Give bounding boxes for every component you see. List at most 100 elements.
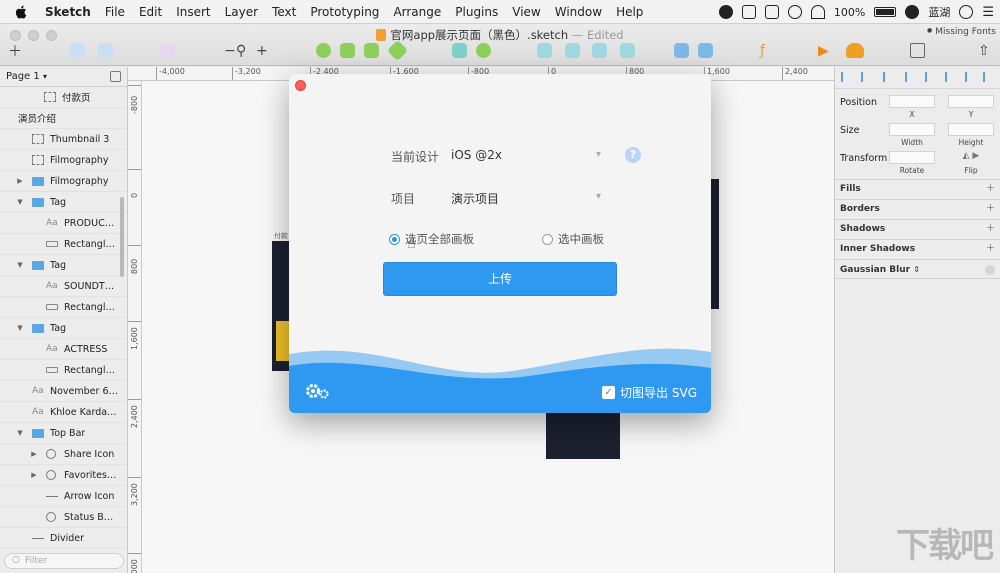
section-borders[interactable]: Borders ＋	[835, 199, 1000, 219]
pencil-icon[interactable]: ƒ	[760, 43, 765, 59]
x-input[interactable]	[889, 95, 935, 108]
add-border-icon[interactable]: ＋	[986, 200, 995, 219]
intersect-icon[interactable]	[364, 43, 379, 58]
layer-row[interactable]: Aa November 6…	[0, 381, 127, 402]
menubar-user[interactable]: 蓝湖	[928, 4, 950, 20]
layer-row[interactable]: Status B…	[0, 507, 127, 528]
layer-row[interactable]: ▶ Filmography	[0, 171, 127, 192]
missing-fonts[interactable]: Missing Fonts	[927, 27, 996, 37]
width-input[interactable]	[889, 123, 935, 136]
rotate-icon[interactable]	[537, 43, 552, 58]
backward-icon[interactable]	[698, 43, 713, 58]
dialog-close-button[interactable]	[295, 80, 306, 91]
disclosure-open-icon[interactable]: ▼	[16, 429, 24, 437]
layer-row[interactable]: Filmography	[0, 150, 127, 171]
record-icon[interactable]	[718, 5, 733, 19]
lanhu-icon[interactable]	[905, 5, 920, 19]
zoom-in-button[interactable]: +	[256, 43, 268, 59]
flatten-icon[interactable]	[565, 43, 580, 58]
layer-row[interactable]: Divider	[0, 528, 127, 549]
align-left-icon[interactable]	[841, 72, 851, 82]
layer-row[interactable]: 演员介绍	[0, 108, 127, 129]
spotlight-icon[interactable]	[787, 5, 802, 19]
flip-buttons[interactable]: ◭ ▶	[948, 151, 994, 164]
layer-row[interactable]: Thumbnail 3	[0, 129, 127, 150]
upload-button[interactable]: 上传	[383, 262, 617, 296]
layer-row[interactable]: Aa Khloe Karda…	[0, 402, 127, 423]
layer-row[interactable]: ▼ Tag	[0, 255, 127, 276]
toggle-pages-icon[interactable]	[110, 71, 121, 82]
layer-row[interactable]: Arrow Icon	[0, 486, 127, 507]
align-right-icon[interactable]	[883, 72, 893, 82]
menu-window[interactable]: Window	[555, 5, 602, 19]
radio-all-artboards[interactable]: 选页全部画板	[389, 231, 474, 247]
distribute-h-icon[interactable]	[965, 72, 975, 82]
menu-arrange[interactable]: Arrange	[393, 5, 441, 19]
align-bottom-icon[interactable]	[945, 72, 955, 82]
stepper-icon[interactable]: ⇕	[913, 265, 920, 274]
menu-app-name[interactable]: Sketch	[45, 5, 91, 19]
distribute-v-icon[interactable]	[983, 72, 993, 82]
export-svg-checkbox[interactable]: ✓ 切图导出 SVG	[602, 384, 697, 401]
align-middle-icon[interactable]	[925, 72, 935, 82]
transform-icon[interactable]	[476, 43, 491, 58]
cloud-icon[interactable]	[846, 43, 864, 58]
layer-row[interactable]: Aa ACTRESS	[0, 339, 127, 360]
layer-row[interactable]: Aa SOUNDT…	[0, 276, 127, 297]
menu-prototyping[interactable]: Prototyping	[310, 5, 379, 19]
layer-row[interactable]: Rectangl…	[0, 234, 127, 255]
mask-icon[interactable]	[592, 43, 607, 58]
layer-row[interactable]: ▼ Top Bar	[0, 423, 127, 444]
disclosure-closed-icon[interactable]: ▶	[16, 177, 24, 185]
difference-icon[interactable]	[386, 39, 409, 62]
wifi-icon[interactable]	[810, 5, 825, 19]
height-input[interactable]	[948, 123, 994, 136]
apple-icon[interactable]	[14, 5, 28, 19]
help-icon[interactable]: ?	[625, 147, 641, 163]
disclosure-open-icon[interactable]: ▼	[16, 198, 24, 206]
rotate-input[interactable]	[889, 151, 935, 164]
add-fill-icon[interactable]: ＋	[986, 180, 995, 199]
menu-insert[interactable]: Insert	[176, 5, 210, 19]
menu-layer[interactable]: Layer	[225, 5, 258, 19]
settings-gear-icon[interactable]	[304, 380, 330, 400]
artboard-bottom[interactable]	[546, 411, 620, 459]
menu-list-icon[interactable]: ☰	[982, 5, 994, 20]
subtract-icon[interactable]	[340, 43, 355, 58]
disclosure-open-icon[interactable]: ▼	[16, 324, 24, 332]
union-icon[interactable]	[316, 43, 331, 58]
export-icon[interactable]: ⇧	[978, 43, 990, 59]
y-input[interactable]	[948, 95, 994, 108]
menu-edit[interactable]: Edit	[139, 5, 162, 19]
layer-row[interactable]: Aa PRODUC…	[0, 213, 127, 234]
view-icon[interactable]	[910, 43, 925, 58]
battery-icon[interactable]	[874, 7, 897, 17]
app-status-icon[interactable]	[764, 5, 779, 19]
blur-toggle[interactable]	[985, 265, 995, 275]
preview-icon[interactable]: ▶	[818, 43, 829, 59]
layer-row[interactable]: ▼ Tag	[0, 318, 127, 339]
align-top-icon[interactable]	[905, 72, 915, 82]
align-center-icon[interactable]	[861, 72, 871, 82]
forward-icon[interactable]	[674, 43, 689, 58]
add-inner-shadow-icon[interactable]: ＋	[986, 240, 995, 259]
ungroup-icon[interactable]	[98, 43, 113, 58]
layer-filter-input[interactable]: Filter	[4, 553, 124, 569]
add-shadow-icon[interactable]: ＋	[986, 220, 995, 239]
layer-row[interactable]: ▶ Share Icon	[0, 444, 127, 465]
design-select[interactable]: iOS @2x	[451, 148, 601, 168]
zoom-out-button[interactable]: −	[224, 43, 236, 59]
layer-row[interactable]: 付款页	[0, 87, 127, 108]
section-fills[interactable]: Fills ＋	[835, 179, 1000, 199]
sidebar-scrollbar[interactable]	[120, 197, 124, 277]
menu-help[interactable]: Help	[616, 5, 643, 19]
layer-row[interactable]: Rectangl…	[0, 297, 127, 318]
menu-file[interactable]: File	[105, 5, 125, 19]
layer-row[interactable]: ▶ Favorites…	[0, 465, 127, 486]
page-selector[interactable]: Page 1 ▾	[0, 67, 127, 87]
insert-plus-icon[interactable]: ＋	[8, 43, 22, 60]
section-shadows[interactable]: Shadows ＋	[835, 219, 1000, 239]
layer-row[interactable]: Rectangl…	[0, 360, 127, 381]
menu-view[interactable]: View	[512, 5, 540, 19]
menu-text[interactable]: Text	[272, 5, 296, 19]
